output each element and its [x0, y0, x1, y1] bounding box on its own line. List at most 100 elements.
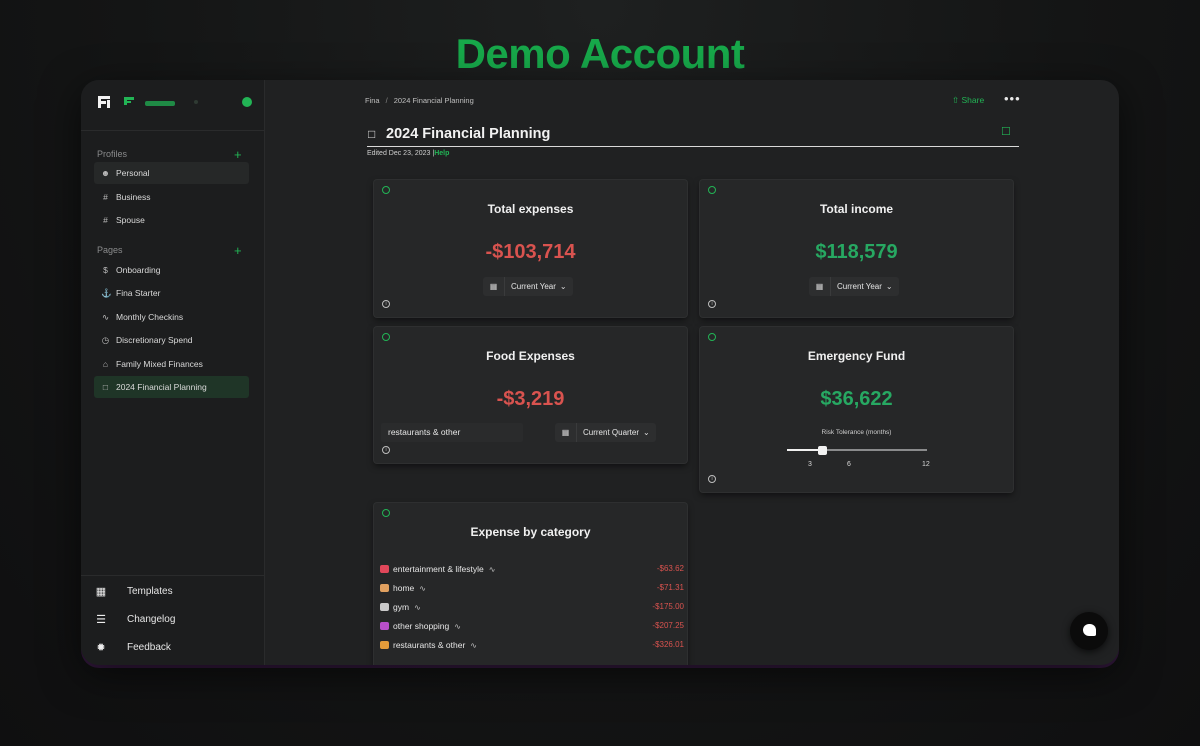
page-item-family-mixed-finances[interactable]: ⌂ Family Mixed Finances	[94, 353, 249, 375]
profile-item-business[interactable]: # Business	[94, 186, 249, 208]
risk-tolerance-slider-handle[interactable]	[818, 446, 827, 455]
fina-logo-icon[interactable]	[98, 96, 110, 108]
clock-icon[interactable]	[382, 509, 390, 517]
category-amount: -$175.00	[652, 602, 684, 611]
feedback-link[interactable]: ✹ Feedback	[95, 641, 171, 654]
info-icon[interactable]: i	[708, 300, 716, 308]
breadcrumb-root[interactable]: Fina	[365, 96, 380, 105]
category-label: home	[393, 583, 415, 593]
calendar-icon: ▦	[809, 277, 831, 296]
anchor-icon: ⚓	[101, 287, 112, 298]
sidebar-footer: ▦ Templates ☰ Changelog ✹ Feedback	[81, 575, 265, 665]
info-icon[interactable]: i	[708, 475, 716, 483]
clock-icon[interactable]	[708, 333, 716, 341]
templates-link[interactable]: ▦ Templates	[95, 585, 173, 598]
category-row[interactable]: restaurants & other ∿ -$326.01	[380, 640, 684, 654]
lock-icon[interactable]: ☐	[1001, 125, 1011, 138]
checklist-icon: ☰	[96, 614, 106, 626]
breadcrumb-current[interactable]: 2024 Financial Planning	[394, 96, 474, 105]
category-amount: -$326.01	[652, 640, 684, 649]
info-icon[interactable]: i	[382, 446, 390, 454]
card-title: Total expenses	[487, 202, 574, 216]
help-link[interactable]: Help	[434, 150, 449, 157]
chat-button[interactable]	[1070, 612, 1108, 650]
home-icon: ⌂	[102, 359, 109, 369]
category-amount: -$207.25	[652, 621, 684, 630]
hash-icon: #	[103, 215, 108, 225]
chat-bubble-icon	[1083, 624, 1096, 636]
slider-tick: 6	[847, 461, 851, 468]
category-filter-select[interactable]: restaurants & other	[381, 423, 523, 442]
profile-item-spouse[interactable]: # Spouse	[94, 209, 249, 231]
pulse-icon: ∿	[101, 311, 110, 322]
share-button[interactable]: ⇧ Share	[952, 95, 984, 106]
chevron-down-icon: ⌄	[559, 282, 567, 291]
workspace-icon[interactable]	[124, 97, 134, 105]
shopping-bag-icon	[380, 622, 389, 630]
changelog-label: Changelog	[127, 614, 176, 625]
category-row[interactable]: other shopping ∿ -$207.25	[380, 621, 684, 635]
page-item-onboarding[interactable]: $ Onboarding	[94, 259, 249, 281]
templates-label: Templates	[127, 586, 173, 597]
profile-item-personal[interactable]: ☻ Personal	[94, 162, 249, 184]
person-icon: ☻	[101, 168, 110, 178]
page-item-fina-starter[interactable]: ⚓ Fina Starter	[94, 282, 249, 304]
workspace-header	[81, 80, 265, 131]
category-label: gym	[393, 602, 410, 612]
period-label: Current Quarter	[583, 428, 640, 437]
main-content: Fina/2024 Financial Planning ⇧ Share •••…	[266, 80, 1119, 665]
changelog-link[interactable]: ☰ Changelog	[95, 613, 175, 626]
dollar-icon: $	[103, 265, 108, 275]
info-icon[interactable]: i	[382, 300, 390, 308]
period-select[interactable]: ▦ Current Quarter ⌄	[555, 423, 656, 442]
more-options-button[interactable]: •••	[1004, 91, 1021, 106]
hash-icon: #	[103, 192, 108, 202]
pulse-icon[interactable]: ∿	[454, 622, 461, 631]
category-row[interactable]: gym ∿ -$175.00	[380, 602, 684, 616]
period-label: Current Year	[837, 282, 882, 291]
add-page-button[interactable]: +	[234, 244, 242, 257]
emergency-fund-card: Emergency Fund $36,622 Risk Tolerance (m…	[700, 327, 1013, 492]
expense-by-category-card: Expense by category entertainment & life…	[374, 503, 687, 665]
total-income-value: $118,579	[815, 241, 898, 263]
period-select[interactable]: ▦ Current Year ⌄	[483, 277, 573, 296]
page-label: 2024 Financial Planning	[116, 382, 207, 392]
card-title: Expense by category	[470, 525, 591, 539]
pulse-icon[interactable]: ∿	[470, 641, 477, 650]
page-item-2024-financial-planning[interactable]: □ 2024 Financial Planning	[94, 376, 249, 398]
pulse-icon[interactable]: ∿	[414, 603, 421, 612]
bug-icon: ✹	[96, 642, 106, 654]
chevron-down-icon: ⌄	[643, 428, 650, 437]
sidebar: Profiles + ☻ Personal # Business # Spous…	[81, 80, 265, 665]
add-profile-button[interactable]: +	[234, 148, 242, 161]
category-label: entertainment & lifestyle	[393, 564, 484, 574]
clock-icon[interactable]	[708, 186, 716, 194]
dumbbell-icon	[380, 603, 389, 611]
clock-icon[interactable]	[382, 333, 390, 341]
feedback-label: Feedback	[127, 642, 171, 653]
pulse-icon[interactable]: ∿	[419, 584, 426, 593]
food-expenses-card: Food Expenses -$3,219 restaurants & othe…	[374, 327, 687, 463]
page-item-discretionary-spend[interactable]: ◷ Discretionary Spend	[94, 329, 249, 351]
pulse-icon[interactable]: ∿	[489, 565, 496, 574]
category-amount: -$71.31	[656, 583, 684, 592]
page-title[interactable]: 2024 Financial Planning	[386, 126, 550, 142]
category-row[interactable]: entertainment & lifestyle ∿ -$63.62	[380, 564, 684, 578]
slider-tick: 3	[808, 461, 812, 468]
card-title: Emergency Fund	[807, 349, 906, 363]
clock-icon: ◷	[101, 334, 110, 345]
page-label: Onboarding	[116, 265, 161, 275]
profile-label: Business	[116, 192, 151, 202]
total-expenses-value: -$103,714	[485, 241, 576, 263]
burger-icon	[380, 641, 389, 649]
clock-icon[interactable]	[382, 186, 390, 194]
category-row[interactable]: home ∿ -$71.31	[380, 583, 684, 597]
workspace-name-placeholder[interactable]	[145, 101, 175, 106]
profiles-header: Profiles	[97, 149, 128, 159]
edited-note: Edited Dec 23, 2023 |Help	[367, 150, 449, 157]
period-select[interactable]: ▦ Current Year ⌄	[809, 277, 899, 296]
demo-account-banner: Demo Account	[455, 30, 745, 77]
page-label: Monthly Checkins	[116, 312, 184, 322]
page-label: Fina Starter	[116, 288, 161, 298]
page-item-monthly-checkins[interactable]: ∿ Monthly Checkins	[94, 306, 249, 328]
